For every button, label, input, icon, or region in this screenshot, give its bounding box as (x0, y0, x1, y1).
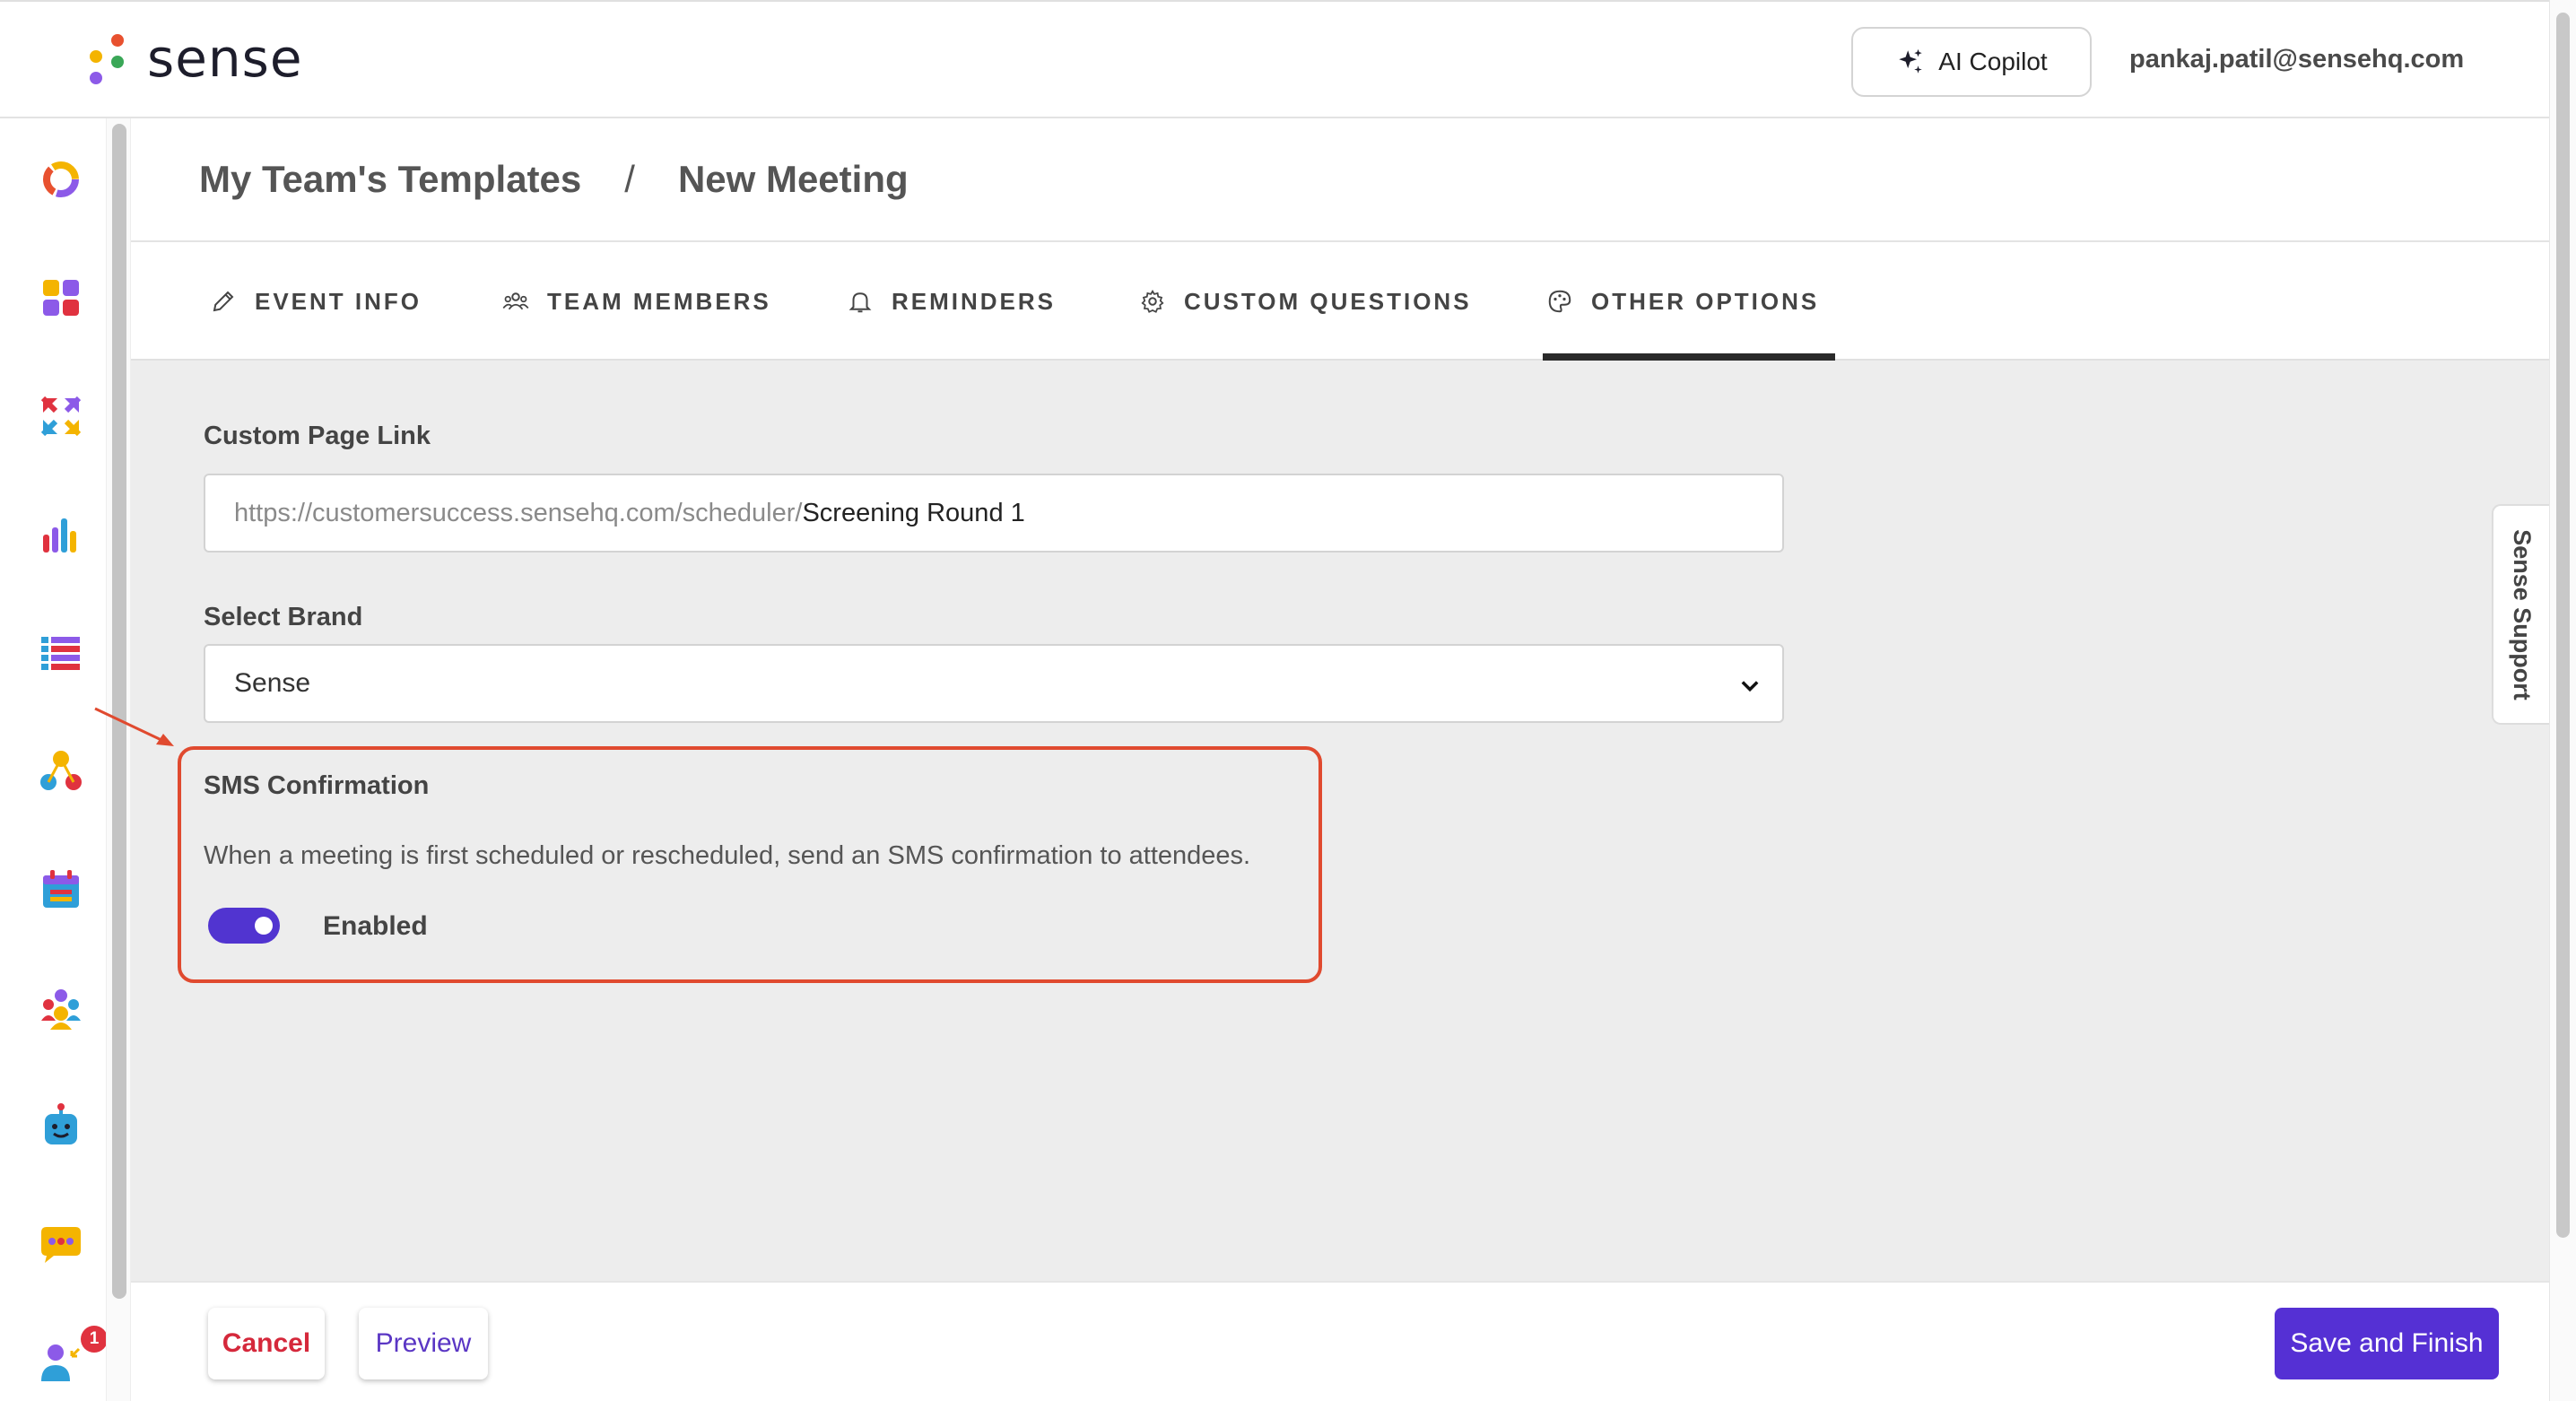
gear-icon (1141, 290, 1164, 313)
toggle-knob (255, 917, 273, 935)
ai-copilot-button[interactable]: AI Copilot (1851, 27, 2092, 97)
ai-copilot-label: AI Copilot (1938, 48, 2048, 75)
chat-icon[interactable] (36, 1220, 86, 1270)
nodes-icon[interactable] (36, 746, 86, 796)
pencil-icon (213, 291, 234, 312)
bot-icon[interactable] (36, 1101, 86, 1152)
sense-support-label: Sense Support (2508, 528, 2536, 700)
tab-reminders[interactable]: REMINDERS (847, 242, 1056, 361)
sense-logo[interactable]: sense (86, 27, 303, 90)
people-icon (502, 292, 529, 310)
list-icon[interactable] (36, 628, 86, 678)
user-email[interactable]: pankaj.patil@sensehq.com (2129, 45, 2464, 74)
donut-chart-icon[interactable] (36, 154, 86, 204)
top-bar: sense AI Copilot pankaj.patil@sensehq.co… (0, 0, 2576, 118)
logo-dots-icon (86, 30, 127, 86)
sense-support-tab[interactable]: Sense Support (2492, 504, 2549, 725)
breadcrumb-current: New Meeting (677, 158, 909, 200)
apps-grid-icon[interactable] (36, 273, 86, 323)
breadcrumb-separator: / (624, 158, 635, 200)
select-brand-label: Select Brand (204, 603, 363, 631)
tab-other-options[interactable]: OTHER OPTIONS (1542, 242, 1836, 361)
tab-label: EVENT INFO (255, 287, 422, 315)
custom-link-value[interactable]: Screening Round 1 (802, 499, 1024, 528)
tab-label: TEAM MEMBERS (547, 287, 771, 315)
footer-actions: Cancel Preview Save and Finish (131, 1281, 2549, 1401)
logo-text: sense (147, 28, 303, 89)
cancel-button[interactable]: Cancel (208, 1308, 325, 1379)
tab-event-info[interactable]: EVENT INFO (210, 242, 422, 361)
sms-confirmation-toggle[interactable] (208, 908, 280, 944)
breadcrumb-parent[interactable]: My Team's Templates (199, 158, 581, 201)
sparkle-icon (1899, 48, 1923, 74)
custom-page-link-label: Custom Page Link (204, 422, 431, 450)
tab-label: REMINDERS (892, 287, 1057, 315)
bell-icon (849, 292, 872, 313)
bar-chart-icon[interactable] (36, 509, 86, 560)
custom-page-link-input[interactable]: https://customersuccess.sensehq.com/sche… (204, 474, 1784, 553)
tab-label: OTHER OPTIONS (1591, 287, 1820, 315)
save-and-finish-button[interactable]: Save and Finish (2275, 1308, 2499, 1379)
left-rail-scrollbar[interactable] (106, 118, 131, 1401)
tab-team-members[interactable]: TEAM MEMBERS (502, 242, 771, 361)
team-icon[interactable] (36, 983, 86, 1033)
preview-button[interactable]: Preview (359, 1308, 488, 1379)
main-content: My Team's Templates / New Meeting EVENT … (131, 118, 2549, 1401)
select-brand-value: Sense (234, 668, 311, 698)
tabs-bar: EVENT INFO TEAM MEMBERS REMINDERS CUSTOM… (131, 242, 2549, 361)
custom-link-prefix: https://customersuccess.sensehq.com/sche… (234, 498, 803, 527)
page-scrollbar-thumb[interactable] (2556, 13, 2570, 1238)
sms-confirmation-title: SMS Confirmation (204, 771, 430, 800)
tab-custom-questions[interactable]: CUSTOM QUESTIONS (1139, 242, 1472, 361)
select-brand-dropdown[interactable]: Sense (204, 644, 1784, 723)
user-add-icon[interactable] (36, 1338, 86, 1388)
breadcrumb: My Team's Templates / New Meeting (131, 118, 2549, 242)
left-nav-rail: 1 (0, 118, 108, 1401)
sms-toggle-label: Enabled (323, 911, 428, 941)
palette-icon (1548, 290, 1571, 313)
chevron-down-icon (1741, 681, 1759, 692)
calendar-icon[interactable] (36, 865, 86, 915)
sms-confirmation-description: When a meeting is first scheduled or res… (204, 841, 1251, 870)
tab-label: CUSTOM QUESTIONS (1184, 287, 1472, 315)
annotation-arrow-icon (94, 707, 174, 746)
arrows-swap-icon[interactable] (36, 391, 86, 441)
page-scrollbar[interactable] (2549, 0, 2576, 1401)
